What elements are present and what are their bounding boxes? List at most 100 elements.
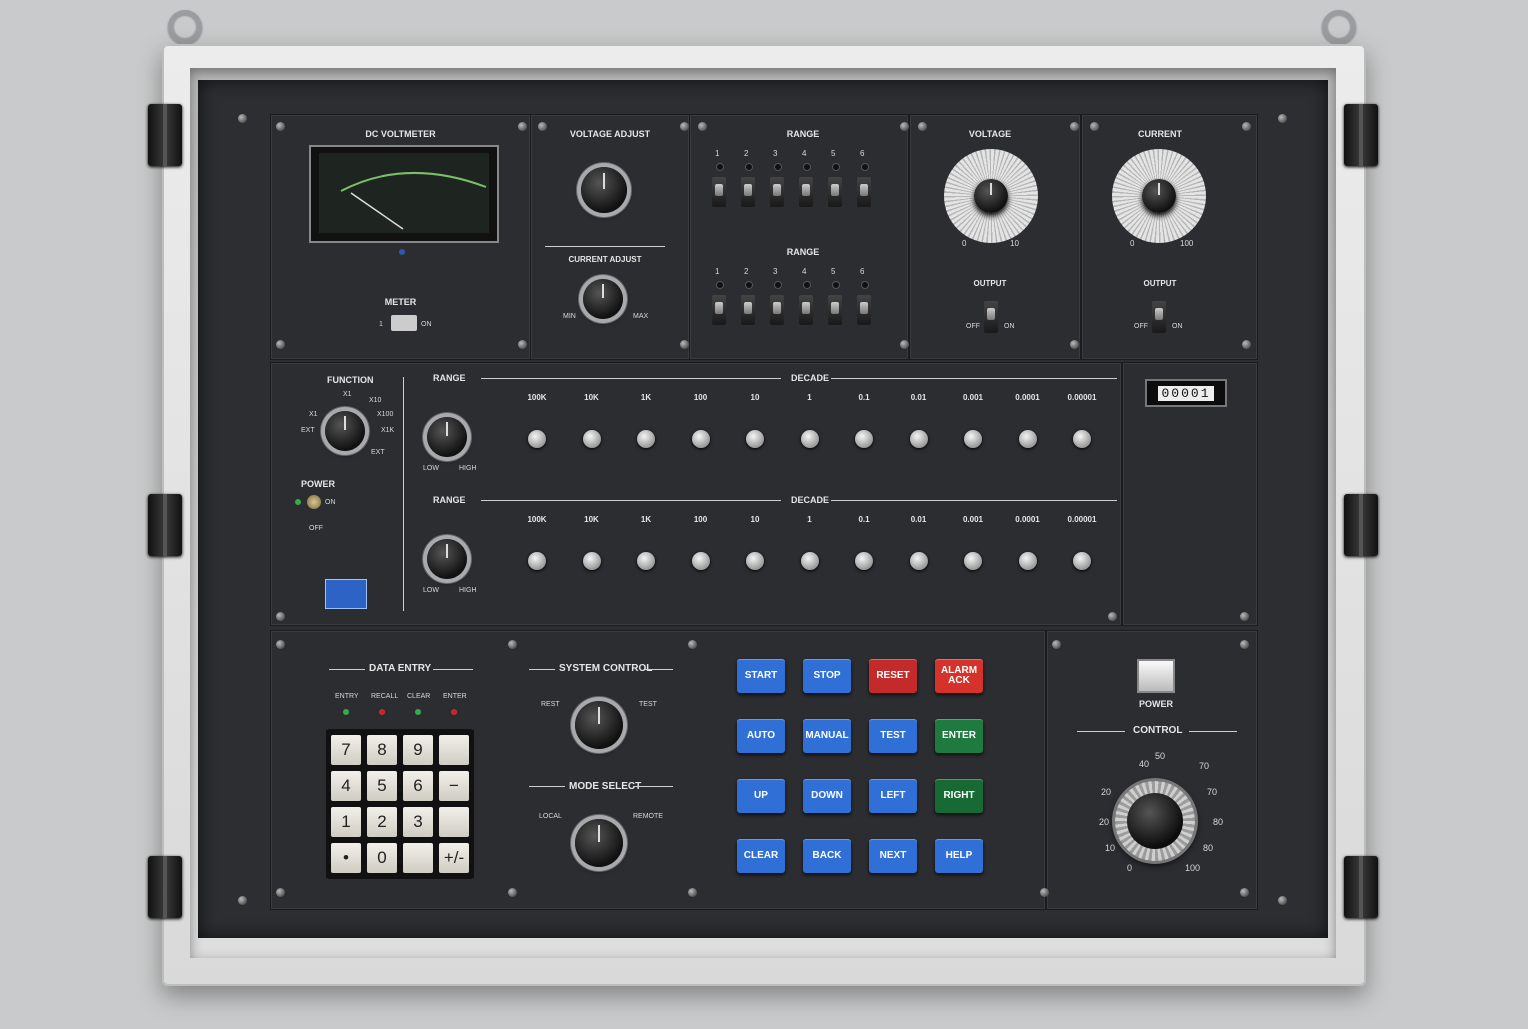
upper-decade-knob[interactable]: [1073, 430, 1091, 448]
range-bottom-switch[interactable]: [799, 295, 813, 325]
control-scale-label: 10: [1105, 843, 1116, 853]
upper-decade-value-label: 0.01: [910, 393, 927, 402]
lower-decade-knob[interactable]: [855, 552, 873, 570]
panel-button-down[interactable]: DOWN: [803, 779, 851, 813]
lower-decade-knob[interactable]: [691, 552, 710, 570]
function-pos-x1k: X1K: [381, 427, 395, 434]
lower-decade-knob[interactable]: [964, 552, 982, 570]
keypad-key[interactable]: 4: [331, 771, 361, 801]
current-adjust-knob[interactable]: [583, 279, 623, 319]
keypad-key[interactable]: [403, 843, 433, 873]
upper-decade-knob[interactable]: [800, 430, 819, 448]
meter-switch[interactable]: [391, 315, 417, 331]
range-top-switch[interactable]: [770, 177, 784, 207]
panel-button-alarm-ack[interactable]: ALARM ACK: [935, 659, 983, 693]
upper-decade-knob[interactable]: [528, 430, 546, 448]
keypad-key[interactable]: •: [331, 843, 361, 873]
voltage-adjust-knob[interactable]: [581, 167, 627, 213]
range-bottom-switch[interactable]: [828, 295, 842, 325]
lower-decade-knob[interactable]: [637, 552, 655, 570]
range-bottom-switch[interactable]: [741, 295, 755, 325]
keypad-key[interactable]: +/-: [439, 843, 469, 873]
function-knob[interactable]: [325, 411, 365, 451]
lower-decade-knob[interactable]: [909, 552, 928, 570]
lower-decade-knob[interactable]: [1073, 552, 1091, 570]
control-scale-label: 70: [1199, 761, 1210, 771]
power-on-label: ON: [325, 499, 336, 506]
voltage-knob[interactable]: [974, 179, 1008, 213]
lower-decade-knob[interactable]: [1018, 552, 1037, 570]
lower-decade-knob[interactable]: [582, 552, 601, 570]
panel-button-manual[interactable]: MANUAL: [803, 719, 851, 753]
voltage-output-label: OUTPUT: [973, 279, 1007, 288]
keypad-key[interactable]: 2: [367, 807, 397, 837]
range-top-number: 3: [773, 149, 778, 158]
upper-decade-knob[interactable]: [855, 430, 873, 448]
panel-button-stop[interactable]: STOP: [803, 659, 851, 693]
keypad-key[interactable]: 3: [403, 807, 433, 837]
panel-button-start[interactable]: START: [737, 659, 785, 693]
lower-decade-knob[interactable]: [800, 552, 819, 570]
upper-decade-knob[interactable]: [1018, 430, 1037, 448]
upper-decade-knob[interactable]: [637, 430, 655, 448]
range-top-switch[interactable]: [741, 177, 755, 207]
system-control-knob[interactable]: [575, 701, 623, 749]
keypad-key[interactable]: −: [439, 771, 469, 801]
mode-select-knob[interactable]: [575, 819, 623, 867]
range-bottom-switch[interactable]: [770, 295, 784, 325]
upper-decade-rule-right: [831, 378, 1117, 379]
keypad-key[interactable]: 6: [403, 771, 433, 801]
power-switch[interactable]: [307, 495, 321, 509]
voltmeter-panel: DC VOLTMETER METER 1 ON: [270, 114, 531, 360]
lower-range-knob[interactable]: [427, 539, 467, 579]
power-lamp[interactable]: [1137, 659, 1175, 693]
range-top-switch[interactable]: [799, 177, 813, 207]
control-scale-label: 80: [1213, 817, 1224, 827]
range-top-switch[interactable]: [712, 177, 726, 207]
keypad-key[interactable]: 8: [367, 735, 397, 765]
lower-decade-knob[interactable]: [528, 552, 546, 570]
keypad-key[interactable]: 0: [367, 843, 397, 873]
panel-button-right[interactable]: RIGHT: [935, 779, 983, 813]
upper-decade-knob[interactable]: [691, 430, 710, 448]
range-top-led: [774, 163, 782, 171]
panel-button-auto[interactable]: AUTO: [737, 719, 785, 753]
range-bottom-switch[interactable]: [857, 295, 871, 325]
upper-range-knob[interactable]: [427, 417, 467, 457]
panel-button-enter[interactable]: ENTER: [935, 719, 983, 753]
panel-button-left[interactable]: LEFT: [869, 779, 917, 813]
upper-decade-knob[interactable]: [582, 430, 601, 448]
range-top-switch[interactable]: [857, 177, 871, 207]
upper-decade-knob[interactable]: [964, 430, 982, 448]
lower-decade-knob[interactable]: [746, 552, 764, 570]
panel-screw: [900, 122, 909, 131]
system-control-rule-right: [645, 669, 673, 670]
control-scale-label: 0: [1127, 863, 1133, 873]
panel-button-next[interactable]: NEXT: [869, 839, 917, 873]
keypad-key[interactable]: [439, 735, 469, 765]
current-output-switch[interactable]: [1152, 301, 1166, 333]
range-top-switch[interactable]: [828, 177, 842, 207]
panel-button-help[interactable]: HELP: [935, 839, 983, 873]
panel-button-reset[interactable]: RESET: [869, 659, 917, 693]
panel-button-clear[interactable]: CLEAR: [737, 839, 785, 873]
keypad-key[interactable]: 1: [331, 807, 361, 837]
panel-button-test[interactable]: TEST: [869, 719, 917, 753]
keypad-key[interactable]: 5: [367, 771, 397, 801]
voltage-output-switch[interactable]: [984, 301, 998, 333]
range-bottom-switch[interactable]: [712, 295, 726, 325]
current-adjust-max: MAX: [633, 313, 649, 320]
data-entry-rule-left: [329, 669, 365, 670]
keypad-key[interactable]: [439, 807, 469, 837]
control-knob[interactable]: [1115, 781, 1195, 861]
panel-button-back[interactable]: BACK: [803, 839, 851, 873]
keypad-key[interactable]: 7: [331, 735, 361, 765]
entry-status-led: [379, 709, 385, 715]
range-bottom-number: 4: [802, 267, 807, 276]
keypad-key[interactable]: 9: [403, 735, 433, 765]
upper-decade-knob[interactable]: [746, 430, 764, 448]
current-knob[interactable]: [1142, 179, 1176, 213]
data-entry-title: DATA ENTRY: [369, 663, 432, 674]
upper-decade-knob[interactable]: [909, 430, 928, 448]
panel-button-up[interactable]: UP: [737, 779, 785, 813]
